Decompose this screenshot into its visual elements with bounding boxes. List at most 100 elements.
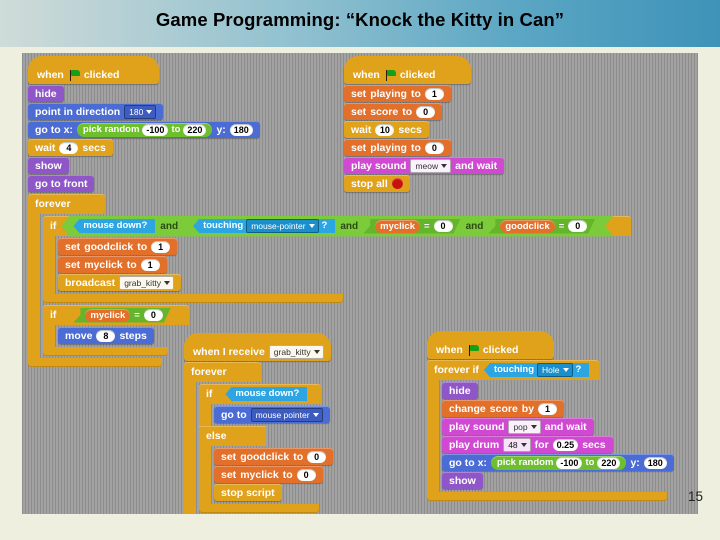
sound-dropdown[interactable]: meow [410, 158, 452, 173]
block-if-else-mousedown[interactable]: if mouse down? go to mouse pointer else [199, 384, 334, 513]
block-play-sound-pop[interactable]: play sound pop and wait [442, 418, 594, 435]
y-value-hole[interactable]: 180 [643, 456, 667, 469]
myclick-compare-value-2[interactable]: 0 [144, 309, 163, 321]
block-move-steps[interactable]: move 8 steps [58, 327, 154, 344]
boolean-myclick-equals-2[interactable]: myclick = 0 [73, 308, 170, 323]
block-set-goodclick-0[interactable]: set goodclick to 0 [214, 448, 334, 465]
boolean-mouse-down-grab[interactable]: mouse down? [225, 387, 308, 401]
block-set-playing-1[interactable]: set playing to 1 [344, 85, 451, 102]
block-set-goodclick[interactable]: set goodclick to 1 [58, 238, 178, 255]
if-grab-header[interactable]: if mouse down? and touching mouse-pointe… [43, 216, 632, 237]
script-grab-kitty[interactable]: when I receive grab_kitty forever if mou… [184, 333, 334, 514]
block-stop-script[interactable]: stop script [214, 484, 282, 501]
broadcast-message-dropdown[interactable]: grab_kitty [119, 275, 175, 290]
if-label: if [50, 220, 57, 232]
go-to-target-dropdown[interactable]: mouse pointer [250, 407, 323, 422]
reporter-pick-random-hole[interactable]: pick random -100 to 220 [490, 455, 627, 470]
green-flag-icon [384, 69, 396, 81]
forever-header[interactable]: forever [28, 194, 105, 214]
block-when-i-receive[interactable]: when I receive grab_kitty [184, 333, 331, 361]
sound-dropdown-pop[interactable]: pop [508, 419, 541, 434]
variable-goodclick[interactable]: goodclick [500, 220, 554, 233]
drum-dropdown[interactable]: 48 [503, 437, 531, 452]
if-else-header[interactable]: if mouse down? [199, 384, 322, 404]
touching-target-dropdown[interactable]: mouse-pointer [246, 219, 318, 233]
direction-dropdown[interactable]: 180 [124, 104, 157, 119]
boolean-goodclick-equals[interactable]: goodclick = 0 [488, 219, 595, 234]
change-score-value[interactable]: 1 [538, 402, 558, 415]
block-forever-grab[interactable]: forever if mouse down? go to mouse point… [184, 362, 334, 514]
myclick-compare-value[interactable]: 0 [434, 220, 453, 232]
set-playing-value-1[interactable]: 1 [424, 87, 444, 100]
wait-value[interactable]: 4 [59, 141, 79, 154]
block-forever-if[interactable]: forever if touching Hole ? hide change s… [427, 360, 674, 501]
boolean-mouse-down[interactable]: mouse down? [73, 219, 155, 233]
block-go-to-xy[interactable]: go to x: pick random -100 to 220 y: 180 [28, 121, 260, 138]
set-goodclick-value[interactable]: 1 [151, 240, 171, 253]
set-playing-value-0[interactable]: 0 [424, 141, 444, 154]
block-show-hole[interactable]: show [442, 472, 483, 489]
if-move-footer [43, 347, 168, 356]
condition-and-chain[interactable]: mouse down? and touching mouse-pointer ?… [61, 216, 613, 237]
if-label-grab: if [206, 388, 213, 400]
block-play-sound-and-wait[interactable]: play sound meow and wait [344, 157, 505, 174]
block-wait-secs-stage[interactable]: wait 10 secs [344, 121, 429, 138]
block-hide-hole[interactable]: hide [442, 382, 478, 399]
wait-value-stage[interactable]: 10 [375, 123, 395, 136]
block-go-to-xy-hole[interactable]: go to x: pick random -100 to 220 y: 180 [442, 454, 674, 471]
receive-message-dropdown[interactable]: grab_kitty [268, 344, 324, 359]
if-move-header[interactable]: if myclick = 0 [43, 305, 189, 325]
reporter-pick-random[interactable]: pick random -100 to 220 [76, 122, 213, 137]
boolean-myclick-equals[interactable]: myclick = 0 [363, 219, 460, 234]
block-when-flag-clicked-stage[interactable]: when clicked [344, 56, 472, 84]
set-score-value[interactable]: 0 [416, 105, 436, 118]
boolean-touching[interactable]: touching mouse-pointer ? [193, 219, 335, 233]
set-myclick-value[interactable]: 1 [140, 258, 160, 271]
block-when-flag-clicked-hole[interactable]: when clicked [427, 331, 555, 359]
block-go-to-mouse-pointer[interactable]: go to mouse pointer [214, 406, 330, 423]
set-goodclick-value-0[interactable]: 0 [307, 450, 327, 463]
block-set-myclick[interactable]: set myclick to 1 [58, 256, 167, 273]
else-divider[interactable]: else [199, 426, 267, 446]
block-if-grab[interactable]: if mouse down? and touching mouse-pointe… [43, 216, 632, 303]
forever-if-header[interactable]: forever if touching Hole ? [427, 360, 600, 380]
else-label: else [206, 430, 227, 442]
question-mark: ? [321, 220, 328, 231]
block-set-myclick-0[interactable]: set myclick to 0 [214, 466, 323, 483]
block-show[interactable]: show [28, 157, 69, 174]
block-when-flag-clicked[interactable]: when clicked [28, 56, 160, 84]
page-title: Game Programming: “Knock the Kitty in Ca… [155, 9, 565, 30]
variable-myclick[interactable]: myclick [375, 220, 420, 233]
set-myclick-value-0[interactable]: 0 [296, 468, 316, 481]
block-set-score-0[interactable]: set score to 0 [344, 103, 443, 120]
pick-random-until[interactable]: 220 [183, 123, 207, 136]
script-hole[interactable]: when clicked forever if touching Hole ? … [427, 331, 674, 501]
block-play-drum[interactable]: play drum 48 for 0.25 secs [442, 436, 613, 453]
goodclick-compare-value[interactable]: 0 [568, 220, 587, 232]
block-hide[interactable]: hide [28, 85, 64, 102]
block-stop-all[interactable]: stop all [344, 175, 410, 192]
drum-secs-value[interactable]: 0.25 [552, 438, 579, 451]
variable-myclick-2[interactable]: myclick [85, 309, 130, 322]
pick-random-from[interactable]: -100 [142, 123, 169, 136]
condition-inner-chain[interactable]: touching mouse-pointer ? and myclick = 0 [183, 216, 603, 237]
and-label-2: and [340, 220, 359, 232]
boolean-touching-hole[interactable]: touching Hole ? [483, 363, 590, 377]
pick-random-until-hole[interactable]: 220 [597, 456, 621, 469]
forever-grab-header[interactable]: forever [184, 362, 261, 382]
block-change-score-by[interactable]: change score by 1 [442, 400, 565, 417]
block-go-to-front[interactable]: go to front [28, 175, 95, 192]
y-value[interactable]: 180 [229, 123, 253, 136]
move-steps-value[interactable]: 8 [96, 329, 116, 342]
touching-hole-dropdown[interactable]: Hole [537, 363, 573, 377]
script-kitty[interactable]: when clicked hide point in direction 180… [28, 56, 632, 367]
equals-sign-3: = [134, 309, 140, 321]
and-label-1: and [160, 220, 179, 232]
script-stage[interactable]: when clicked set playing to 1 set score … [344, 56, 505, 193]
pick-random-from-hole[interactable]: -100 [556, 456, 583, 469]
block-wait-secs[interactable]: wait 4 secs [28, 139, 113, 156]
block-point-in-direction[interactable]: point in direction 180 [28, 103, 164, 120]
scripts-pane[interactable]: when clicked hide point in direction 180… [22, 53, 698, 514]
block-set-playing-0[interactable]: set playing to 0 [344, 139, 451, 156]
block-broadcast[interactable]: broadcast grab_kitty [58, 274, 182, 291]
